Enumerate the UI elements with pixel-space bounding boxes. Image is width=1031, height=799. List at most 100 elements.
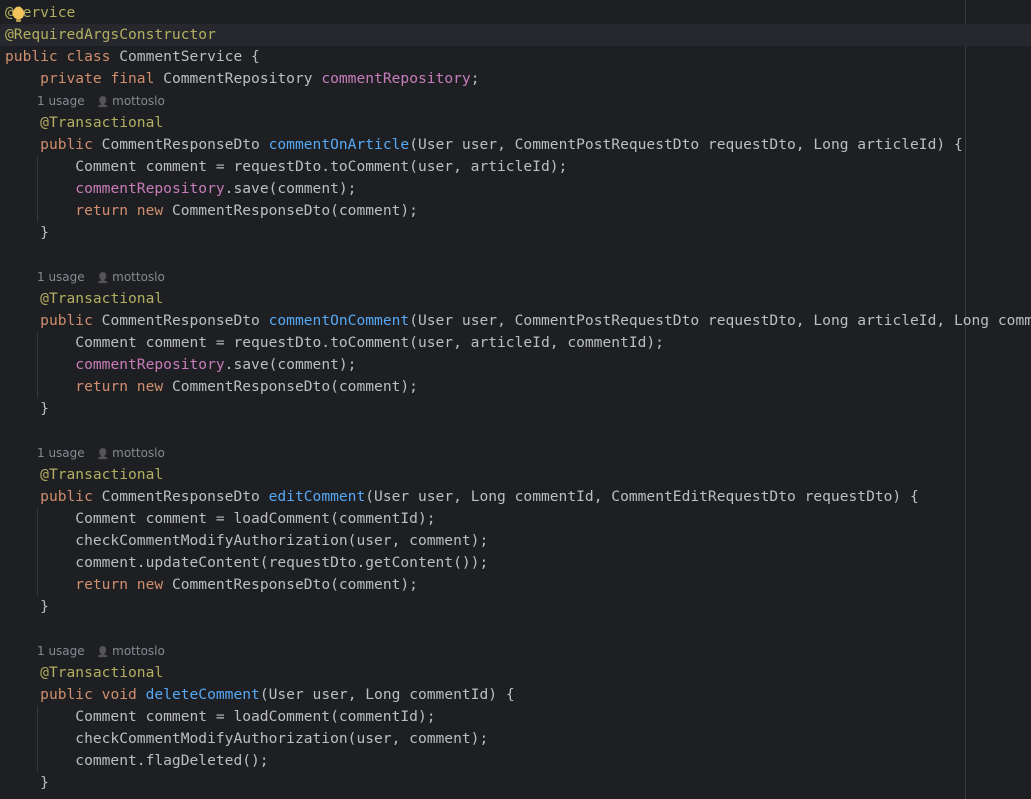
code-line[interactable]: private final CommentRepository commentR…	[0, 68, 1031, 90]
code-line[interactable]: Comment comment = requestDto.toComment(u…	[0, 156, 1031, 178]
token-plain: CommentResponseDto	[101, 488, 269, 505]
code-text: }	[5, 398, 49, 420]
code-text: }	[5, 222, 49, 244]
code-line[interactable]: }	[0, 222, 1031, 244]
token-fn[interactable]: editComment	[269, 488, 366, 505]
token-plain: CommentResponseDto(comment);	[171, 202, 418, 219]
token-kw: return new	[75, 576, 172, 593]
token-ann: @Transactional	[40, 290, 164, 307]
token-fld: commentRepository	[321, 70, 471, 87]
token-kw: public	[40, 312, 102, 329]
person-icon: 👤	[96, 273, 110, 284]
code-text: return new CommentResponseDto(comment);	[5, 574, 418, 596]
code-line[interactable]: }	[0, 398, 1031, 420]
code-line[interactable]: public CommentResponseDto commentOnArtic…	[0, 134, 1031, 156]
code-line[interactable]: public CommentResponseDto editComment(Us…	[0, 486, 1031, 508]
code-line[interactable]: @Transactional	[0, 464, 1031, 486]
code-text: @Transactional	[5, 288, 163, 310]
lightbulb-icon[interactable]	[13, 7, 24, 22]
code-line[interactable]: checkCommentModifyAuthorization(user, co…	[0, 728, 1031, 750]
indent-guide	[37, 706, 38, 772]
code-line[interactable]: public CommentResponseDto commentOnComme…	[0, 310, 1031, 332]
code-line[interactable]: return new CommentResponseDto(comment);	[0, 200, 1031, 222]
code-line[interactable]: public class CommentService {	[0, 46, 1031, 68]
usage-count-link[interactable]: 1 usage	[37, 94, 85, 108]
code-line[interactable]: }	[0, 596, 1031, 618]
code-line[interactable]: @Transactional	[0, 112, 1031, 134]
code-line[interactable]: commentRepository.save(comment);	[0, 178, 1031, 200]
code-text: public void deleteComment(User user, Lon…	[5, 684, 515, 706]
code-line[interactable]: Comment comment = loadComment(commentId)…	[0, 706, 1031, 728]
token-plain: Comment comment = requestDto.toComment(u…	[5, 158, 568, 175]
code-line[interactable]: Comment comment = requestDto.toComment(u…	[0, 332, 1031, 354]
code-text: Comment comment = loadComment(commentId)…	[5, 706, 435, 728]
codelens-hint[interactable]: 1 usage 👤 mottoslo	[0, 640, 1031, 662]
code-line[interactable]: @Transactional	[0, 662, 1031, 684]
token-plain: CommentService {	[119, 48, 260, 65]
token-fn[interactable]: commentOnArticle	[269, 136, 410, 153]
author-name[interactable]: mottoslo	[112, 644, 165, 658]
token-plain: comment.updateContent(requestDto.getCont…	[5, 554, 489, 571]
token-plain: CommentResponseDto	[101, 312, 269, 329]
code-line[interactable]: @Service	[0, 2, 1031, 24]
token-plain: CommentResponseDto	[101, 136, 269, 153]
code-line[interactable]: return new CommentResponseDto(comment);	[0, 574, 1031, 596]
code-line[interactable]: commentRepository.save(comment);	[0, 354, 1031, 376]
hint-content: 1 usage 👤 mottoslo	[37, 442, 165, 466]
code-text: private final CommentRepository commentR…	[5, 68, 480, 90]
code-editor[interactable]: @Service @RequiredArgsConstructor public c…	[0, 0, 1031, 799]
code-text: }	[5, 772, 49, 794]
code-line[interactable]: comment.flagDeleted();	[0, 750, 1031, 772]
token-fld: commentRepository	[75, 180, 225, 197]
token-plain: .save(comment);	[224, 356, 357, 373]
token-plain: comment.flagDeleted();	[5, 752, 269, 769]
code-line[interactable]: }	[0, 772, 1031, 794]
token-fld: commentRepository	[75, 356, 225, 373]
codelens-hint[interactable]: 1 usage 👤 mottoslo	[0, 266, 1031, 288]
code-line[interactable]: Comment comment = loadComment(commentId)…	[0, 508, 1031, 530]
token-ann: @RequiredArgsConstructor	[5, 26, 216, 43]
indent-guide	[37, 508, 38, 596]
codelens-hint[interactable]: 1 usage 👤 mottoslo	[0, 90, 1031, 112]
code-text: Comment comment = loadComment(commentId)…	[5, 508, 435, 530]
code-line[interactable]: return new CommentResponseDto(comment);	[0, 376, 1031, 398]
token-ann: @Transactional	[40, 114, 164, 131]
usage-count-link[interactable]: 1 usage	[37, 644, 85, 658]
code-text: Comment comment = requestDto.toComment(u…	[5, 332, 664, 354]
author-name[interactable]: mottoslo	[112, 446, 165, 460]
usage-count-link[interactable]: 1 usage	[37, 446, 85, 460]
author-name[interactable]: mottoslo	[112, 270, 165, 284]
code-text: checkCommentModifyAuthorization(user, co…	[5, 530, 488, 552]
token-fn[interactable]: commentOnComment	[269, 312, 410, 329]
token-plain: CommentResponseDto(comment);	[171, 378, 418, 395]
code-line[interactable]: @RequiredArgsConstructor	[0, 24, 1031, 46]
hint-content: 1 usage 👤 mottoslo	[37, 90, 165, 114]
token-fn[interactable]: deleteComment	[146, 686, 260, 703]
code-line[interactable]: @Transactional	[0, 288, 1031, 310]
blank-line[interactable]	[0, 420, 1031, 442]
code-text: @Transactional	[5, 464, 163, 486]
blank-line[interactable]	[0, 618, 1031, 640]
token-plain: (User user, Long commentId) {	[259, 686, 515, 703]
code-line[interactable]: comment.updateContent(requestDto.getCont…	[0, 552, 1031, 574]
code-text: return new CommentResponseDto(comment);	[5, 200, 418, 222]
token-plain: }	[5, 774, 49, 791]
codelens-hint[interactable]: 1 usage 👤 mottoslo	[0, 442, 1031, 464]
token-plain: checkCommentModifyAuthorization(user, co…	[5, 730, 489, 747]
code-line[interactable]: public void deleteComment(User user, Lon…	[0, 684, 1031, 706]
blank-line[interactable]	[0, 244, 1031, 266]
person-icon: 👤	[96, 449, 110, 460]
author-name[interactable]: mottoslo	[112, 94, 165, 108]
code-text: @RequiredArgsConstructor	[5, 24, 216, 46]
code-line[interactable]: checkCommentModifyAuthorization(user, co…	[0, 530, 1031, 552]
code-text: Comment comment = requestDto.toComment(u…	[5, 156, 567, 178]
hint-content: 1 usage 👤 mottoslo	[37, 640, 165, 664]
token-plain: ;	[470, 70, 480, 87]
code-text: }	[5, 596, 49, 618]
usage-count-link[interactable]: 1 usage	[37, 270, 85, 284]
